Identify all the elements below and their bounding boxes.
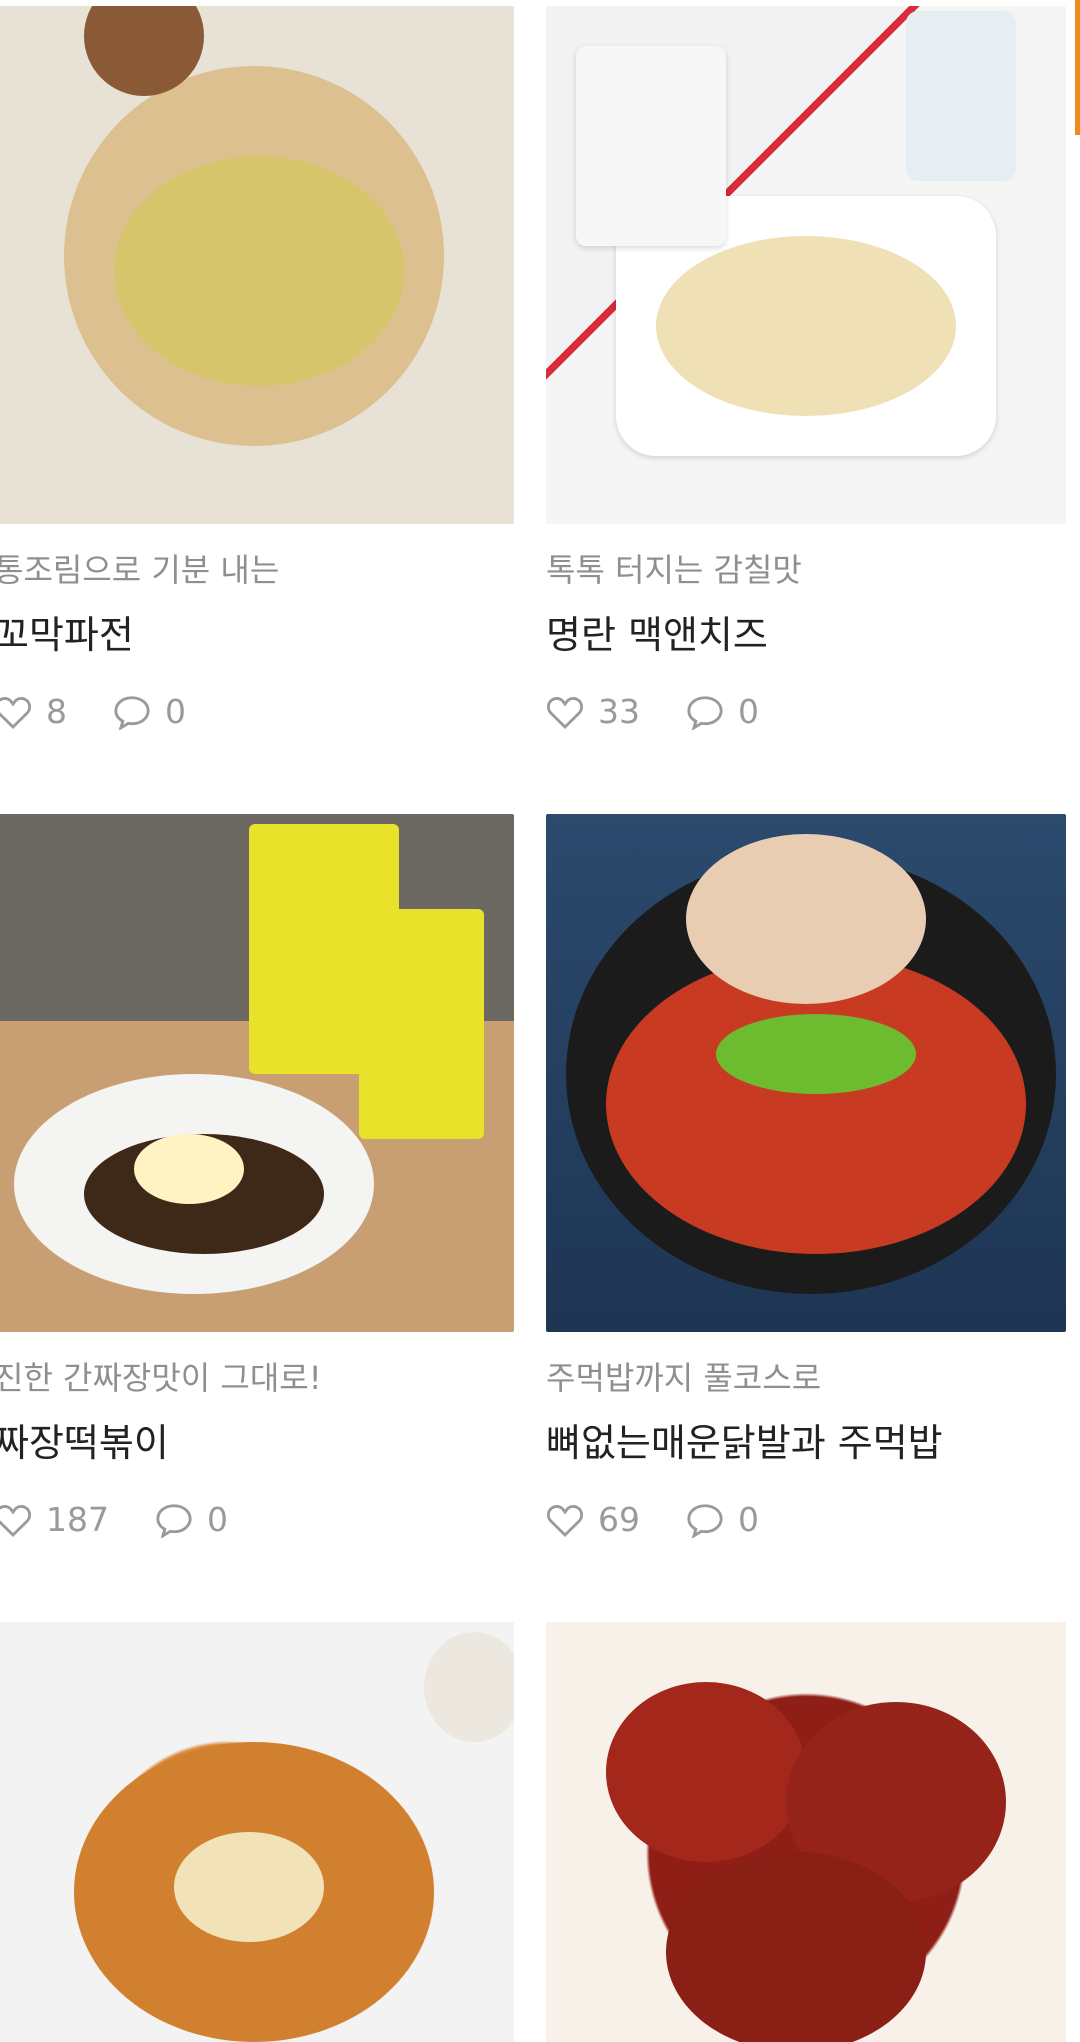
comment-count: 0 <box>207 1500 228 1539</box>
heart-outline-icon[interactable] <box>0 1502 32 1538</box>
recipe-stats: 69 0 <box>546 1500 1066 1540</box>
comment-count: 0 <box>738 692 759 731</box>
recipe-subtitle: 통조림으로 기분 내는 <box>0 551 280 589</box>
recipe-card[interactable] <box>546 1622 1066 2042</box>
recipe-title[interactable]: 꼬막파전 <box>0 612 514 658</box>
speech-bubble-icon[interactable] <box>686 1502 724 1538</box>
recipe-stats: 33 0 <box>546 692 1066 732</box>
recipe-thumbnail[interactable] <box>546 6 1066 524</box>
recipe-thumbnail[interactable] <box>0 1622 514 2042</box>
recipe-card[interactable]: 진한 간짜장맛이 그대로! 짜장떡볶이 187 0 <box>0 814 514 1540</box>
recipe-title[interactable]: 뼈없는매운닭발과 주먹밥 <box>546 1420 1066 1466</box>
comment-count: 0 <box>738 1500 759 1539</box>
recipe-grid: 통조림으로 기분 내는 꼬막파전 8 0 톡톡 터지는 감칠맛 명란 맥앤치즈 <box>0 0 1080 2042</box>
like-count: 8 <box>46 692 67 731</box>
scroll-indicator <box>1075 0 1080 135</box>
recipe-stats: 187 0 <box>0 1500 514 1540</box>
recipe-thumbnail[interactable] <box>546 1622 1066 2042</box>
like-count: 187 <box>46 1500 109 1539</box>
speech-bubble-icon[interactable] <box>155 1502 193 1538</box>
speech-bubble-icon[interactable] <box>686 694 724 730</box>
recipe-card[interactable]: 통조림으로 기분 내는 꼬막파전 8 0 <box>0 6 514 732</box>
like-count: 69 <box>598 1500 640 1539</box>
recipe-card[interactable]: 톡톡 터지는 감칠맛 명란 맥앤치즈 33 0 <box>546 6 1066 732</box>
recipe-title[interactable]: 명란 맥앤치즈 <box>546 612 1066 658</box>
recipe-thumbnail[interactable] <box>546 814 1066 1332</box>
recipe-card[interactable]: 주먹밥까지 풀코스로 뼈없는매운닭발과 주먹밥 69 0 <box>546 814 1066 1540</box>
heart-outline-icon[interactable] <box>546 1502 584 1538</box>
like-count: 33 <box>598 692 640 731</box>
heart-outline-icon[interactable] <box>546 694 584 730</box>
comment-count: 0 <box>165 692 186 731</box>
heart-outline-icon[interactable] <box>0 694 32 730</box>
recipe-card[interactable] <box>0 1622 514 2042</box>
speech-bubble-icon[interactable] <box>113 694 151 730</box>
recipe-thumbnail[interactable] <box>0 6 514 524</box>
recipe-subtitle: 톡톡 터지는 감칠맛 <box>546 551 802 589</box>
recipe-subtitle: 주먹밥까지 풀코스로 <box>546 1359 822 1397</box>
recipe-subtitle: 진한 간짜장맛이 그대로! <box>0 1359 322 1397</box>
recipe-stats: 8 0 <box>0 692 514 732</box>
recipe-thumbnail[interactable] <box>0 814 514 1332</box>
recipe-title[interactable]: 짜장떡볶이 <box>0 1420 514 1466</box>
